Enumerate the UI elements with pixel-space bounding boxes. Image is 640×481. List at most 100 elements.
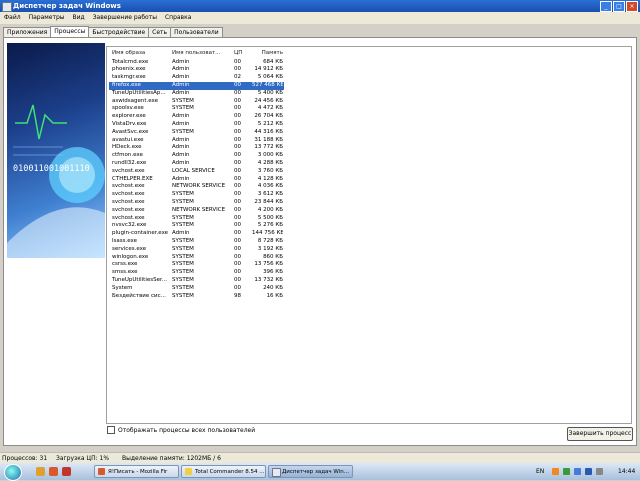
process-row[interactable]: VistaDrv.exe Admin 00 5 212 КБ (109, 121, 284, 129)
menu-file[interactable]: Файл (0, 12, 25, 24)
process-name: HDeck.exe (112, 144, 142, 151)
process-row[interactable]: services.exe SYSTEM 00 3 192 КБ (109, 246, 284, 254)
close-button[interactable]: × (626, 1, 638, 12)
menu-shutdown[interactable]: Завершение работы (89, 12, 161, 24)
process-row[interactable]: spoolsv.exe SYSTEM 00 4 472 КБ (109, 105, 284, 113)
process-row[interactable]: phoenix.exe Admin 00 14 912 КБ (109, 66, 284, 74)
process-user: Admin (172, 58, 190, 65)
process-row[interactable]: plugin-container.exe Admin 00 144 756 КБ (109, 230, 284, 238)
clock[interactable]: 14:44 (618, 463, 635, 480)
process-row[interactable]: rundll32.exe Admin 00 4 288 КБ (109, 160, 284, 168)
network-tray-icon[interactable] (574, 468, 581, 475)
process-row[interactable]: svchost.exe NETWORK SERVICE 00 4 200 КБ (109, 207, 284, 215)
process-user: SYSTEM (172, 237, 194, 244)
process-row[interactable]: lsass.exe SYSTEM 00 8 728 КБ (109, 238, 284, 246)
process-memory: 4 128 КБ (257, 175, 283, 182)
process-name: services.exe (112, 245, 147, 252)
process-memory: 13 756 КБ (254, 261, 283, 268)
process-cpu: 00 (234, 136, 241, 143)
tab-network[interactable]: Сеть (148, 27, 172, 37)
title-bar[interactable]: Диспетчер задач Windows _ □ × (0, 0, 640, 12)
process-row[interactable]: TuneUpUtilitiesSer... SYSTEM 00 13 732 КБ (109, 277, 284, 285)
window-controls: _ □ × (600, 1, 638, 12)
volume-tray-icon[interactable] (596, 468, 603, 475)
quicklaunch-firefox-icon[interactable] (49, 467, 58, 476)
tab-applications[interactable]: Приложения (3, 27, 52, 37)
end-process-button[interactable]: Завершить процесс (567, 427, 633, 441)
process-row[interactable]: svchost.exe LOCAL SERVICE 00 3 760 КБ (109, 168, 284, 176)
process-user: SYSTEM (172, 214, 194, 221)
process-cpu: 00 (234, 276, 241, 283)
process-name: Бездействие сис... (112, 292, 166, 299)
process-name: lsass.exe (112, 237, 137, 244)
column-header-cpu[interactable]: ЦП (234, 50, 248, 58)
process-memory: 14 912 КБ (254, 66, 283, 73)
tab-performance[interactable]: Быстродействие (88, 27, 150, 37)
taskbar-button-task-manager[interactable]: Диспетчер задач Win... (268, 465, 353, 478)
bluetooth-tray-icon[interactable] (585, 468, 592, 475)
process-user: NETWORK SERVICE (172, 183, 226, 190)
process-name: svchost.exe (112, 214, 145, 221)
quicklaunch-folder-icon[interactable] (36, 467, 45, 476)
process-row[interactable]: svchost.exe NETWORK SERVICE 00 4 036 КБ (109, 183, 284, 191)
process-row[interactable]: taskmgr.exe Admin 02 5 064 КБ (109, 74, 284, 82)
process-user: NETWORK SERVICE (172, 206, 226, 213)
column-header-user[interactable]: Имя пользоват... (172, 50, 230, 58)
process-cpu: 00 (234, 206, 241, 213)
process-row[interactable]: smss.exe SYSTEM 00 396 КБ (109, 269, 284, 277)
process-row[interactable]: System SYSTEM 00 240 КБ (109, 285, 284, 293)
show-all-users-row[interactable]: Отображать процессы всех пользователей (107, 426, 255, 434)
process-row[interactable]: CTHELPER.EXE Admin 00 4 128 КБ (109, 176, 284, 184)
process-memory: 396 КБ (263, 269, 283, 276)
task-manager-icon (272, 468, 281, 477)
firefox-icon (98, 468, 105, 475)
language-indicator[interactable]: EN (536, 463, 544, 480)
process-cpu: 00 (234, 128, 241, 135)
process-cpu: 00 (234, 222, 241, 229)
process-row[interactable]: svchost.exe SYSTEM 00 3 612 КБ (109, 191, 284, 199)
maximize-button[interactable]: □ (613, 1, 625, 12)
show-all-users-checkbox[interactable] (107, 426, 115, 434)
process-row[interactable]: nvsvc32.exe SYSTEM 00 5 276 КБ (109, 222, 284, 230)
process-row[interactable]: Бездействие сис... SYSTEM 98 16 КБ (109, 293, 284, 301)
process-row[interactable]: AvastSvc.exe SYSTEM 00 44 316 КБ (109, 129, 284, 137)
process-row[interactable]: Totalcmd.exe Admin 00 684 КБ (109, 59, 284, 67)
process-cpu: 00 (234, 245, 241, 252)
process-row[interactable]: TuneUpUtilitiesAp... Admin 00 5 400 КБ (109, 90, 284, 98)
process-row[interactable]: svchost.exe SYSTEM 00 5 500 КБ (109, 215, 284, 223)
process-row[interactable]: HDeck.exe Admin 00 13 772 КБ (109, 144, 284, 152)
menu-options[interactable]: Параметры (25, 12, 69, 24)
process-name: plugin-container.exe (112, 230, 168, 237)
taskbar-button-firefox[interactable]: Я!Писать - Mozilla Fir (94, 465, 179, 478)
process-memory: 4 288 КБ (257, 159, 283, 166)
process-row[interactable]: csrss.exe SYSTEM 00 13 756 КБ (109, 261, 284, 269)
process-memory: 5 500 КБ (257, 214, 283, 221)
column-header-name[interactable]: Имя образа (112, 50, 168, 58)
process-list[interactable]: Имя образа Имя пользоват... ЦП Память To… (106, 46, 632, 424)
process-name: spoolsv.exe (112, 105, 144, 112)
process-cpu: 02 (234, 74, 241, 81)
process-row[interactable]: ctfmon.exe Admin 00 3 000 КБ (109, 152, 284, 160)
process-row[interactable]: svchost.exe SYSTEM 00 23 844 КБ (109, 199, 284, 207)
process-row[interactable]: firefox.exe Admin 00 527 468 КБ (109, 81, 284, 90)
column-header-memory[interactable]: Память (252, 50, 283, 58)
process-user: SYSTEM (172, 261, 194, 268)
menu-view[interactable]: Вид (69, 12, 89, 24)
tab-users[interactable]: Пользователи (170, 27, 223, 37)
avast-tray-icon[interactable] (552, 468, 559, 475)
process-row[interactable]: aswidsagent.exe SYSTEM 00 24 456 КБ (109, 98, 284, 106)
process-user: Admin (172, 144, 190, 151)
quicklaunch-opera-icon[interactable] (62, 467, 71, 476)
process-row[interactable]: winlogon.exe SYSTEM 00 860 КБ (109, 254, 284, 262)
process-cpu: 00 (234, 58, 241, 65)
process-cpu: 00 (234, 89, 241, 96)
taskbar-button-total-commander[interactable]: Total Commander 8.54 ... (181, 465, 266, 478)
minimize-button[interactable]: _ (600, 1, 612, 12)
process-row[interactable]: avastui.exe Admin 00 31 188 КБ (109, 137, 284, 145)
nvidia-tray-icon[interactable] (563, 468, 570, 475)
process-row[interactable]: explorer.exe Admin 00 26 704 КБ (109, 113, 284, 121)
process-name: TuneUpUtilitiesSer... (112, 276, 167, 283)
process-cpu: 00 (234, 97, 241, 104)
start-button[interactable] (4, 464, 22, 481)
menu-help[interactable]: Справка (161, 12, 195, 24)
